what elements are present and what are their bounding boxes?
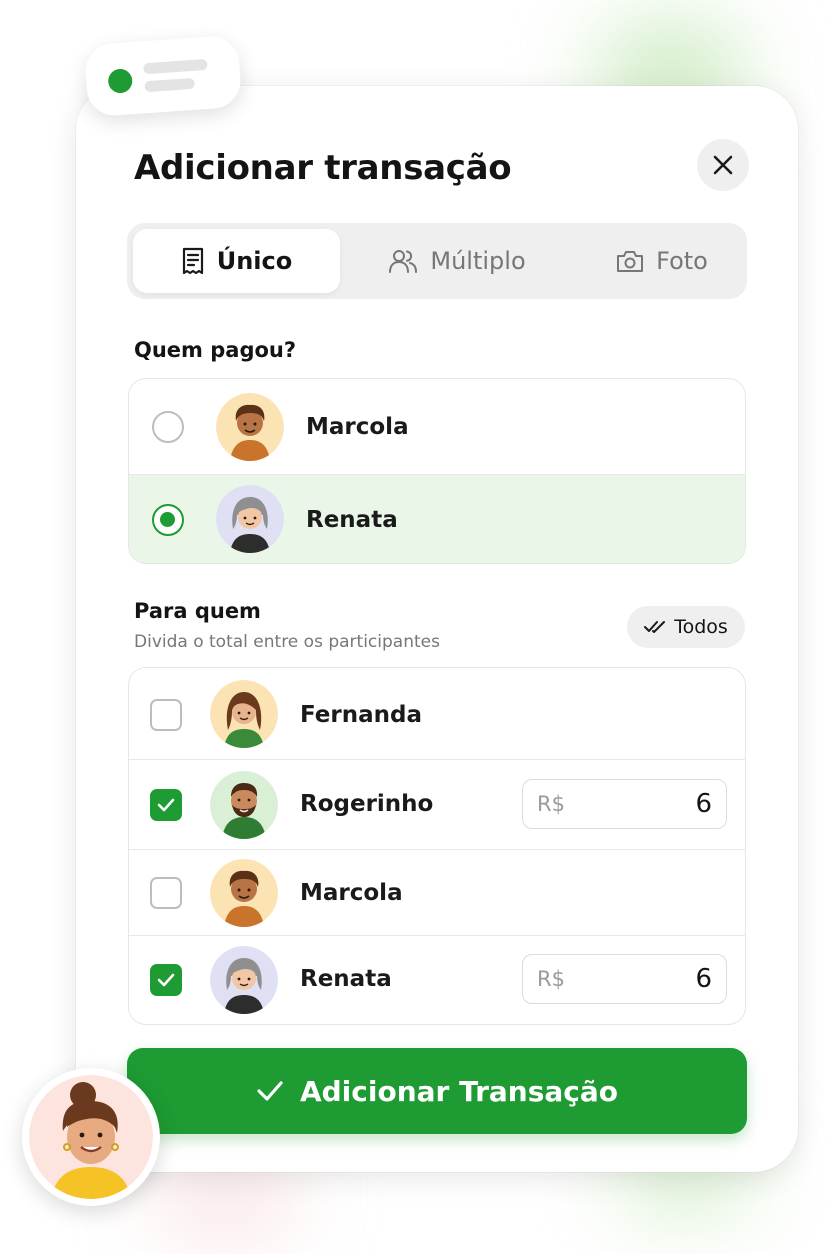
avatar-renata	[216, 485, 284, 553]
participant-name: Fernanda	[300, 702, 422, 728]
participant-checkbox[interactable]	[150, 699, 182, 731]
placeholder-line	[144, 77, 195, 93]
amount-input[interactable]: R$ 6	[522, 779, 727, 829]
payer-name: Renata	[306, 507, 398, 533]
placeholder-line	[143, 58, 208, 75]
payer-name: Marcola	[306, 414, 409, 440]
tab-multiplo[interactable]: Múltiplo	[352, 229, 562, 293]
currency-label: R$	[537, 792, 565, 816]
avatar-marcola	[210, 859, 278, 927]
payer-radio[interactable]	[152, 411, 184, 443]
tab-label: Múltiplo	[430, 247, 526, 275]
payer-option-renata[interactable]: Renata	[129, 475, 745, 563]
tab-label: Foto	[656, 247, 708, 275]
avatar-rogerinho	[210, 771, 278, 839]
amount-value: 6	[695, 964, 712, 994]
participant-row-renata[interactable]: Renata R$ 6	[129, 936, 745, 1024]
participant-row-rogerinho[interactable]: Rogerinho R$ 6	[129, 760, 745, 850]
currency-label: R$	[537, 967, 565, 991]
select-all-label: Todos	[674, 616, 728, 638]
payer-radio[interactable]	[152, 504, 184, 536]
users-icon	[389, 250, 418, 273]
split-section-label: Para quem	[134, 599, 261, 623]
tab-foto[interactable]: Foto	[557, 229, 767, 293]
user-avatar	[22, 1068, 160, 1206]
participant-name: Marcola	[300, 880, 403, 906]
participant-row-marcola[interactable]: Marcola	[129, 850, 745, 936]
check-icon	[257, 1081, 283, 1101]
add-transaction-button[interactable]: Adicionar Transação	[127, 1048, 747, 1134]
camera-icon	[617, 251, 644, 272]
split-section-subtitle: Divida o total entre os participantes	[134, 632, 440, 652]
amount-input[interactable]: R$ 6	[522, 954, 727, 1004]
add-transaction-label: Adicionar Transação	[299, 1074, 619, 1108]
participant-checkbox[interactable]	[150, 964, 182, 996]
tab-label: Único	[216, 247, 293, 275]
payer-section-label: Quem pagou?	[134, 338, 297, 362]
participant-name: Rogerinho	[300, 791, 434, 817]
participant-name: Renata	[300, 966, 392, 992]
decorative-status-pill	[83, 34, 243, 118]
receipt-icon	[182, 247, 203, 275]
double-check-icon	[644, 621, 666, 633]
participants-list: Fernanda Rogerinho R$ 6 Marcola Renata R…	[128, 667, 746, 1025]
participant-checkbox[interactable]	[150, 877, 182, 909]
payer-option-marcola[interactable]: Marcola	[129, 379, 745, 475]
select-all-button[interactable]: Todos	[627, 606, 745, 648]
participant-checkbox[interactable]	[150, 789, 182, 821]
payer-list: Marcola Renata	[128, 378, 746, 564]
dialog-title: Adicionar transação	[134, 148, 512, 188]
close-icon	[713, 155, 733, 175]
avatar-renata	[210, 946, 278, 1014]
status-dot	[107, 68, 134, 94]
participant-row-fernanda[interactable]: Fernanda	[129, 668, 745, 760]
amount-value: 6	[695, 789, 712, 819]
close-button[interactable]	[697, 139, 749, 191]
transaction-type-tabs: Único Múltiplo Foto	[127, 223, 747, 299]
tab-unico[interactable]: Único	[133, 229, 340, 293]
check-icon	[157, 973, 175, 987]
check-icon	[157, 798, 175, 812]
avatar-fernanda	[210, 680, 278, 748]
avatar-marcola	[216, 393, 284, 461]
